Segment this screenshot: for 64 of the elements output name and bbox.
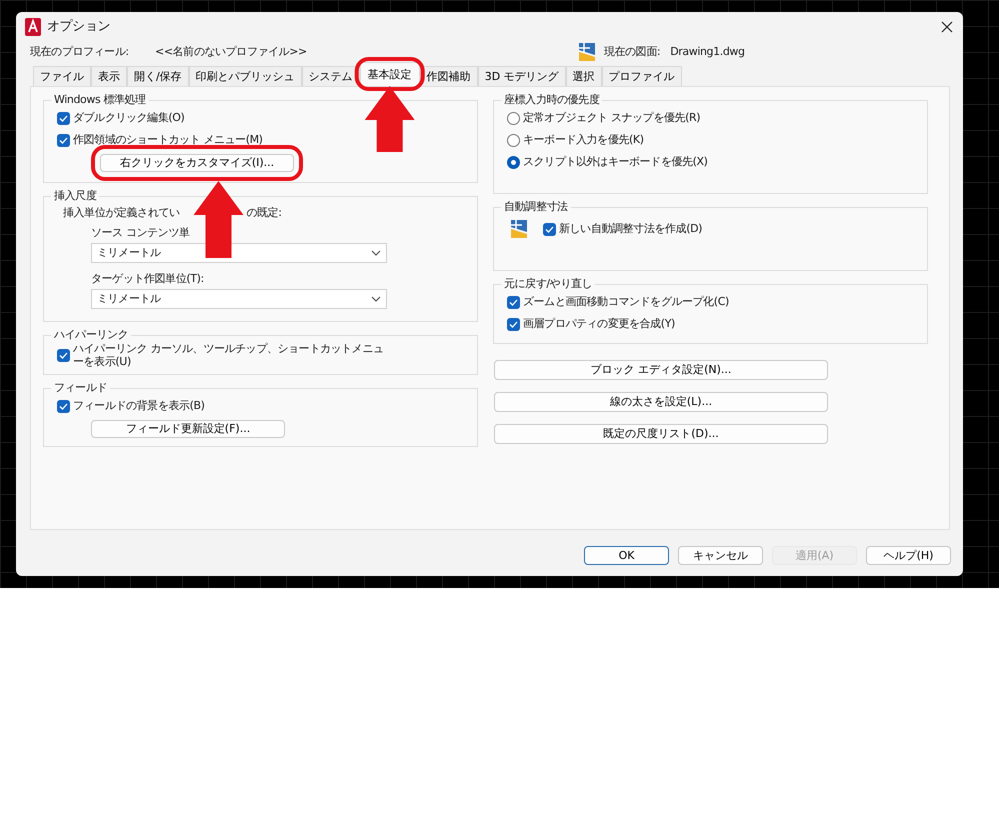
caret-icon	[371, 250, 381, 256]
drawing-name: Drawing1.dwg	[670, 44, 745, 60]
tab[interactable]: 選択	[566, 66, 602, 86]
tab[interactable]: 印刷とパブリッシュ	[188, 66, 302, 86]
caret-icon	[371, 296, 381, 302]
radio-label[interactable]: スクリプト以外はキーボードを優先(X)	[523, 154, 708, 170]
radio-button[interactable]	[507, 112, 520, 124]
app-icon	[25, 18, 41, 36]
drawing-label: 現在の図面:	[604, 44, 660, 60]
tab[interactable]: 開く/保存	[127, 66, 189, 86]
profile-name: <<名前のないプロファイル>>	[155, 44, 307, 60]
radio-button[interactable]	[507, 156, 520, 168]
drawing-icon	[578, 43, 595, 61]
checkbox-label[interactable]: ズームと画面移動コマンドをグループ化(C)	[523, 294, 729, 310]
checkbox[interactable]	[57, 348, 70, 362]
window-title: オプション	[47, 18, 110, 36]
group-title: 挿入尺度	[53, 189, 98, 203]
button[interactable]: ブロック エディタ設定(N)...	[494, 360, 828, 380]
group-title: Windows 標準処理	[53, 93, 147, 107]
dropdown[interactable]: ミリメートル	[91, 243, 387, 263]
radio-label[interactable]: 定常オブジェクト スナップを優先(R)	[523, 110, 700, 126]
tab[interactable]: システム	[302, 66, 360, 86]
dropdown[interactable]: ミリメートル	[91, 289, 387, 309]
tab[interactable]: ファイル	[33, 66, 91, 86]
dimension-icon	[511, 220, 527, 238]
checkbox-label[interactable]: 作図領域のショートカット メニュー(M)	[73, 132, 263, 148]
checkbox[interactable]	[507, 296, 520, 308]
group-title: 自動調整寸法	[503, 200, 569, 214]
group-title: 元に戻す/やり直し	[503, 277, 594, 291]
annotation-arrow	[364, 86, 415, 152]
checkbox[interactable]	[57, 400, 70, 412]
field-label: ソース コンテンツ単	[91, 224, 190, 241]
tab[interactable]: 基本設定	[360, 62, 420, 86]
tab[interactable]: 作図補助	[420, 66, 478, 86]
close-icon	[941, 21, 953, 33]
checkbox[interactable]	[507, 318, 520, 330]
checkbox-label[interactable]: 新しい自動調整寸法を作成(D)	[559, 220, 702, 238]
button[interactable]: ヘルプ(H)	[866, 546, 951, 565]
checkbox-label[interactable]: ダブルクリック編集(O)	[73, 110, 184, 126]
checkbox[interactable]	[57, 134, 70, 146]
checkbox-label[interactable]: 画層プロパティの変更を合成(Y)	[523, 316, 675, 332]
tab[interactable]: 表示	[91, 66, 127, 86]
tab[interactable]: 3D モデリング	[478, 66, 566, 86]
button[interactable]: 既定の尺度リスト(D)...	[494, 424, 828, 444]
button[interactable]: フィールド更新設定(F)...	[91, 420, 285, 438]
description-text: の既定:	[246, 204, 282, 221]
radio-label[interactable]: キーボード入力を優先(K)	[523, 132, 644, 148]
description-text: 挿入単位が定義されてい	[63, 204, 180, 221]
button[interactable]: OK	[584, 546, 669, 565]
checkbox[interactable]	[543, 222, 556, 236]
group-title: 座標入力時の優先度	[503, 93, 600, 107]
group-title: ハイパーリンク	[53, 328, 130, 342]
radio-button[interactable]	[507, 134, 520, 146]
checkbox[interactable]	[57, 112, 70, 124]
group-title: フィールド	[53, 381, 108, 395]
profile-label: 現在のプロフィール:	[30, 44, 130, 60]
close-button[interactable]	[939, 21, 955, 33]
button[interactable]: 右クリックをカスタマイズ(I)...	[100, 154, 294, 172]
checkbox-label[interactable]: ハイパーリンク カーソル、ツールチップ、ショートカットメニューを表示(U)	[73, 342, 385, 368]
button[interactable]: 線の太さを設定(L)...	[494, 392, 828, 412]
field-label: ターゲット作図単位(T):	[91, 270, 204, 287]
checkbox-label[interactable]: フィールドの背景を表示(B)	[73, 398, 205, 414]
button[interactable]: キャンセル	[678, 546, 763, 565]
tab[interactable]: プロファイル	[602, 66, 682, 86]
